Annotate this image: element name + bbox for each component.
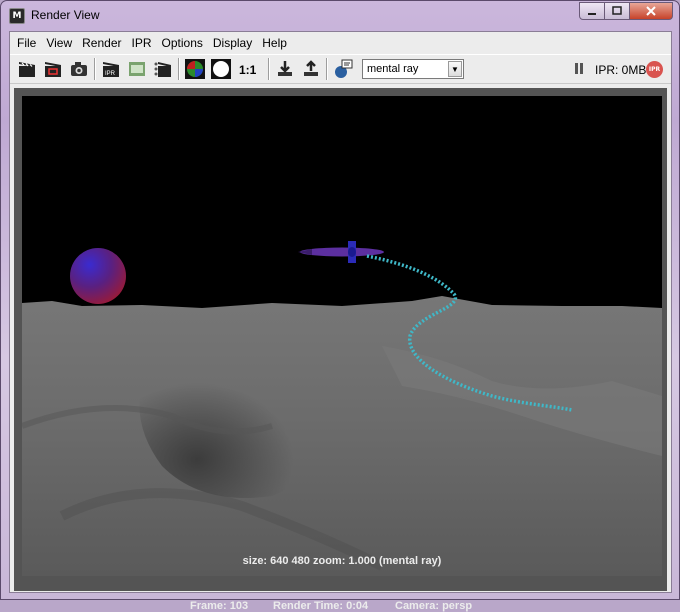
clapperboard-region-icon bbox=[45, 62, 61, 77]
svg-text:IPR: IPR bbox=[105, 71, 116, 77]
camera-icon bbox=[71, 62, 87, 76]
ipr-pause-button[interactable] bbox=[575, 63, 583, 74]
render-size-info: size: 640 480 zoom: 1.000 (mental ray) bbox=[243, 555, 442, 567]
renderer-value: mental ray bbox=[367, 63, 419, 75]
real-size-button[interactable]: 1:1 bbox=[239, 63, 256, 77]
render-view-window: M Render View File View Render IPR Optio… bbox=[0, 0, 680, 612]
dropdown-arrow-icon[interactable]: ▼ bbox=[448, 61, 462, 77]
display-alpha-button[interactable] bbox=[210, 58, 232, 80]
rendered-image[interactable]: size: 640 480 zoom: 1.000 (mental ray) bbox=[22, 96, 662, 576]
render-settings-icon bbox=[335, 59, 353, 78]
menu-options[interactable]: Options bbox=[157, 36, 208, 50]
render-sequence-icon bbox=[154, 62, 171, 77]
caption-buttons bbox=[579, 2, 673, 20]
menu-view[interactable]: View bbox=[41, 36, 77, 50]
clapperboard-ipr-icon: IPR bbox=[103, 62, 119, 77]
render-region-button[interactable] bbox=[42, 58, 64, 80]
minimize-icon bbox=[588, 13, 596, 15]
client-area: File View Render IPR Options Display Hel… bbox=[9, 31, 672, 612]
display-rgb-button[interactable] bbox=[184, 58, 206, 80]
window-title: Render View bbox=[31, 8, 100, 22]
ipr-badge-icon[interactable]: IPR bbox=[646, 61, 663, 78]
frame-info: Frame: 103 bbox=[190, 600, 249, 612]
ipr-refresh-button[interactable] bbox=[126, 58, 148, 80]
render-sequence-button[interactable] bbox=[152, 58, 174, 80]
render-toolbar: IPR 1:1 mental ray ▼ IPR: 0MB IPR bbox=[10, 54, 671, 84]
clapperboard-icon bbox=[19, 62, 35, 77]
keep-image-icon bbox=[278, 61, 292, 76]
render-viewport[interactable]: size: 640 480 zoom: 1.000 (mental ray) F… bbox=[14, 88, 667, 612]
camera-info: Camera: persp bbox=[395, 600, 473, 612]
close-icon bbox=[646, 6, 656, 16]
rgb-channels-icon bbox=[185, 59, 205, 79]
menu-bar: File View Render IPR Options Display Hel… bbox=[10, 32, 671, 54]
minimize-button[interactable] bbox=[579, 2, 605, 20]
remove-image-icon bbox=[304, 60, 318, 76]
ipr-memory-label: IPR: 0MB bbox=[595, 63, 647, 77]
planet bbox=[70, 248, 126, 304]
render-info-overlay: size: 640 480 zoom: 1.000 (mental ray) bbox=[243, 555, 442, 567]
menu-render[interactable]: Render bbox=[77, 36, 126, 50]
render-settings-button[interactable] bbox=[332, 58, 354, 80]
snapshot-button[interactable] bbox=[68, 58, 90, 80]
menu-help[interactable]: Help bbox=[257, 36, 292, 50]
maximize-icon bbox=[612, 6, 622, 15]
alpha-channel-icon bbox=[211, 59, 231, 79]
keep-image-button[interactable] bbox=[274, 58, 296, 80]
maximize-button[interactable] bbox=[605, 2, 630, 20]
ipr-refresh-icon bbox=[129, 62, 145, 76]
menu-display[interactable]: Display bbox=[208, 36, 257, 50]
redo-render-button[interactable] bbox=[16, 58, 38, 80]
close-button[interactable] bbox=[630, 2, 673, 20]
menu-file[interactable]: File bbox=[10, 36, 41, 50]
menu-ipr[interactable]: IPR bbox=[127, 36, 157, 50]
renderer-dropdown[interactable]: mental ray ▼ bbox=[362, 59, 464, 79]
maya-app-icon[interactable]: M bbox=[9, 8, 25, 24]
title-bar[interactable]: M Render View bbox=[1, 1, 679, 31]
ipr-render-button[interactable]: IPR bbox=[100, 58, 122, 80]
remove-image-button[interactable] bbox=[300, 58, 322, 80]
terrain bbox=[22, 296, 662, 576]
render-time-info: Render Time: 0:04 bbox=[273, 600, 369, 612]
